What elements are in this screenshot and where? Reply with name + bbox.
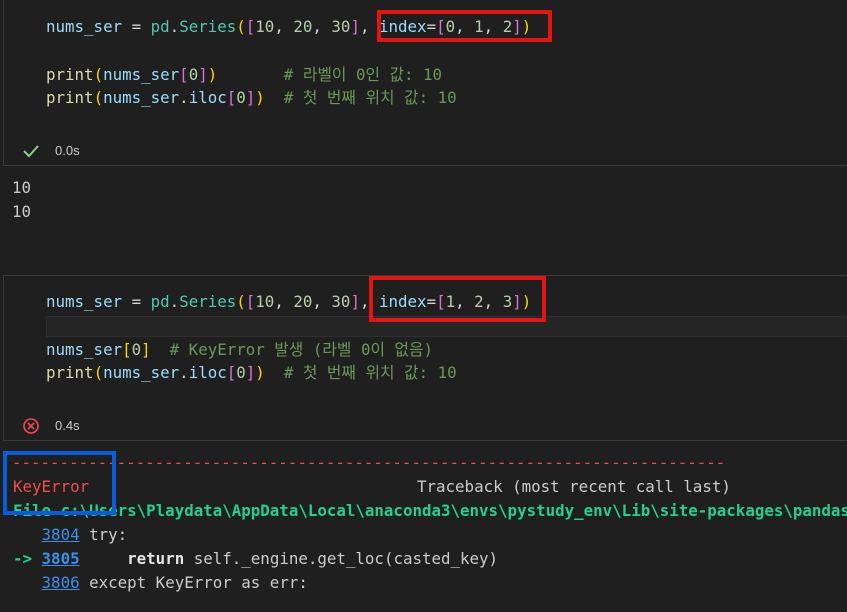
traceback-line-current: -> 3805 return self._engine.get_loc(cast… [13,549,499,568]
line-number-link[interactable]: 3804 [42,525,80,544]
output-line-2: 10 [12,202,32,221]
traceback-line: 3804 try: [41,525,128,544]
check-icon [23,145,39,158]
line-number-link[interactable]: 3805 [42,549,80,568]
execution-time: 0.4s [55,418,80,433]
line-number-link[interactable]: 3806 [42,573,80,592]
highlight-index-box-2 [369,276,546,322]
cell-status: 0.4s [22,416,80,436]
traceback-line: 3806 except KeyError as err: [41,573,308,592]
code-line-2[interactable]: print(nums_ser[0]) # 라벨이 0인 값: 10 [46,63,442,86]
highlight-keyerror-box [3,451,116,515]
execution-time: 0.0s [55,143,80,158]
error-circle-icon [23,418,39,434]
traceback-file-line[interactable]: File c:\Users\Playdata\AppData\Local\ana… [13,499,847,523]
code-line-3[interactable]: print(nums_ser.iloc[0]) # 첫 번째 위치 값: 10 [46,86,457,109]
traceback-label: Traceback (most recent call last) [417,477,731,496]
cell-status: 0.0s [22,141,80,161]
highlight-index-box-1 [377,10,552,42]
output-line-1: 10 [12,178,32,197]
error-dashes: ----------------------------------------… [12,453,726,472]
code-line-3[interactable]: nums_ser[0] # KeyError 발생 (라벨 0이 없음) [46,338,433,361]
code-line-4[interactable]: print(nums_ser.iloc[0]) # 첫 번째 위치 값: 10 [46,361,457,384]
